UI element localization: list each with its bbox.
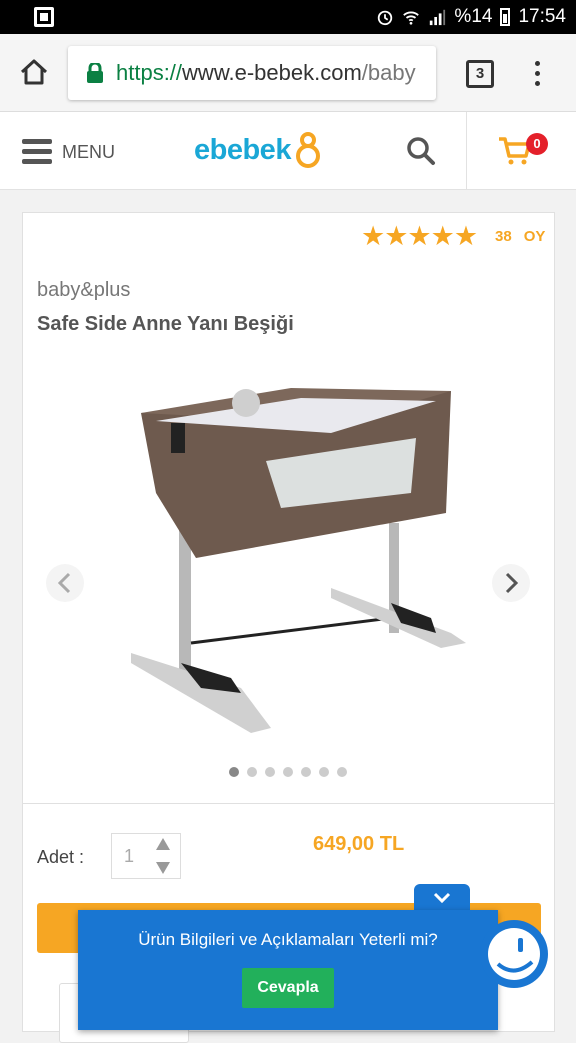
- more-options-icon[interactable]: [532, 58, 542, 90]
- url-host: www.e-bebek.com: [182, 60, 362, 85]
- product-price: 649,00 TL: [313, 833, 405, 855]
- feedback-survey-panel: Ürün Bilgileri ve Açıklamaları Yeterli m…: [78, 910, 498, 1030]
- quantity-down-icon[interactable]: [156, 862, 170, 874]
- ebebek-logo[interactable]: ebebek: [194, 130, 323, 170]
- url-text: https://www.e-bebek.com/baby: [116, 60, 416, 86]
- pagination-dot[interactable]: [229, 767, 239, 777]
- clock: 17:54: [518, 6, 566, 27]
- url-scheme: https://: [116, 60, 183, 85]
- hamburger-icon: [22, 139, 52, 165]
- flipboard-notification-icon: [34, 7, 54, 27]
- product-brand[interactable]: baby&plus: [37, 279, 130, 302]
- battery-icon: [500, 8, 511, 26]
- survey-collapse-button[interactable]: [414, 884, 470, 912]
- answer-button[interactable]: Cevapla: [242, 968, 334, 1008]
- url-path: /baby: [361, 60, 416, 85]
- pagination-dot[interactable]: [283, 767, 293, 777]
- rating[interactable]: ★★★★★ 38 OY: [361, 221, 545, 252]
- browser-toolbar: https://www.e-bebek.com/baby 3: [0, 34, 576, 112]
- search-icon[interactable]: [406, 136, 436, 166]
- address-bar[interactable]: https://www.e-bebek.com/baby: [68, 46, 436, 100]
- product-title: Safe Side Anne Yanı Beşiği: [37, 313, 294, 335]
- signal-icon: [430, 9, 446, 26]
- quantity-value[interactable]: 1: [124, 846, 134, 867]
- battery-percent: %14: [454, 6, 493, 27]
- logo-text: ebebek: [194, 133, 291, 166]
- menu-button[interactable]: MENU: [22, 136, 122, 168]
- survey-question: Ürün Bilgileri ve Açıklamaları Yeterli m…: [138, 930, 438, 949]
- chat-bot-icon[interactable]: [478, 912, 550, 996]
- tab-switcher-button[interactable]: 3: [466, 60, 494, 88]
- product-card: ★★★★★ 38 OY baby&plus Safe Side Anne Yan…: [22, 212, 555, 1043]
- lock-icon: [87, 63, 103, 83]
- pagination-dot[interactable]: [301, 767, 311, 777]
- logo-mark-icon: [295, 132, 320, 168]
- chevron-down-icon: [433, 892, 451, 904]
- pagination-dot[interactable]: [247, 767, 257, 777]
- menu-label: MENU: [62, 141, 115, 162]
- pagination-dot[interactable]: [319, 767, 329, 777]
- image-pagination: [229, 767, 347, 777]
- alarm-icon: [378, 10, 393, 26]
- wifi-icon: [403, 11, 420, 25]
- header-divider: [466, 112, 467, 190]
- site-header: MENU ebebek: [0, 112, 576, 190]
- pagination-dot[interactable]: [265, 767, 275, 777]
- rating-label: OY: [523, 228, 546, 245]
- quantity-up-icon[interactable]: [156, 838, 170, 850]
- home-icon[interactable]: [18, 56, 50, 88]
- next-image-arrow-icon[interactable]: [491, 563, 531, 603]
- prev-image-arrow-icon[interactable]: [45, 563, 85, 603]
- pagination-dot[interactable]: [337, 767, 347, 777]
- rating-count: 38: [495, 228, 512, 245]
- status-bar: %14 17:54: [0, 0, 576, 34]
- quantity-label: Adet :: [37, 847, 85, 867]
- card-divider: [23, 803, 554, 804]
- rating-stars: ★★★★★: [361, 221, 478, 251]
- product-image[interactable]: [91, 343, 491, 747]
- quantity-stepper[interactable]: 1: [111, 833, 181, 879]
- cart-count-badge: 0: [526, 133, 548, 155]
- status-right: %14 17:54: [376, 6, 566, 28]
